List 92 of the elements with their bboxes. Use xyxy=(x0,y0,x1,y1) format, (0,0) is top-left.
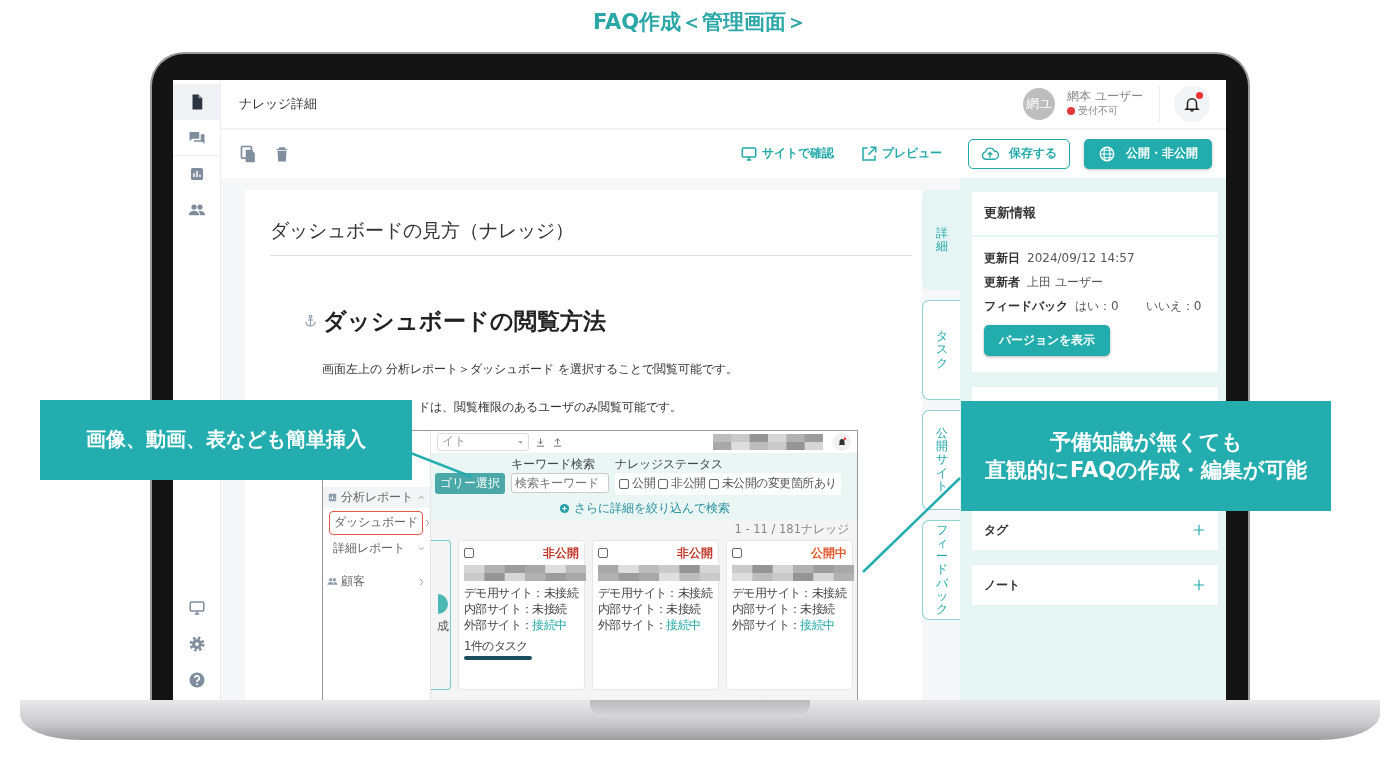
field-value: 上田 ユーザー xyxy=(1027,273,1103,291)
callout-text: 直観的にFAQの作成・編集が可能 xyxy=(984,457,1307,484)
checkbox-label: 非公開 xyxy=(671,475,706,493)
knowledge-card[interactable]: 非公開 デモ用サイト：未接続 内部サイト：未接続 外部サイト：接続中 xyxy=(592,539,719,690)
field-value: はい：0 xyxy=(1075,297,1119,315)
upload-icon[interactable] xyxy=(552,436,563,448)
card-text: 内部サイト：未接続 xyxy=(732,601,836,617)
menu-item[interactable]: 分析レポート xyxy=(323,487,430,509)
section-heading: ダッシュボードの閲覧方法 xyxy=(323,306,606,336)
toolbar-link[interactable]: サイトで確認 xyxy=(740,145,834,163)
anchor-icon[interactable] xyxy=(304,314,317,328)
bell-icon xyxy=(1183,95,1201,113)
status-dot xyxy=(1067,106,1076,115)
side-tab[interactable]: フィードバック xyxy=(922,520,960,620)
section-title: タグ xyxy=(984,522,1008,539)
user-status: 受付不可 xyxy=(1078,104,1119,119)
checkbox[interactable] xyxy=(464,548,474,559)
bar-chart-icon xyxy=(327,492,338,504)
checkbox[interactable] xyxy=(658,478,668,489)
card-text: 外部サイト：接続中 xyxy=(598,617,702,633)
checkbox[interactable] xyxy=(708,478,719,489)
side-tab[interactable]: 詳細 xyxy=(922,190,960,290)
add-button[interactable] xyxy=(1192,523,1206,537)
bell-icon[interactable] xyxy=(837,437,847,447)
knowledge-card[interactable]: 公開中 デモ用サイト：未接続 内部サイト：未接続 外部サイト：接続中 xyxy=(726,539,853,690)
side-tab[interactable]: 公開サイト xyxy=(922,410,960,510)
chevron-icon xyxy=(423,518,432,528)
plus-circle-icon[interactable] xyxy=(558,502,570,514)
version-button[interactable]: バージョンを表示 xyxy=(984,324,1110,356)
menu-item[interactable]: 顧客 xyxy=(323,570,430,592)
checkbox-label: 未公開の変更箇所あり xyxy=(721,475,837,493)
filter-link[interactable]: さらに詳細を絞り込んで検索 xyxy=(573,499,730,517)
checkbox[interactable] xyxy=(732,548,742,559)
callout-text: 予備知識が無くても xyxy=(1049,428,1243,456)
field-label: キーワード検索 xyxy=(511,456,596,473)
checkbox[interactable] xyxy=(619,478,629,489)
task-count: 1件のタスク xyxy=(464,638,529,654)
card-text: 外部サイト：接続中 xyxy=(464,617,568,633)
people-icon xyxy=(327,575,338,587)
page-heading: ナレッジ詳細 xyxy=(239,95,317,114)
result-count: 1 - 11 / 181ナレッジ xyxy=(733,522,849,537)
card-text: デモ用サイト：未接続 xyxy=(732,585,847,601)
paragraph: ドは、閲覧権限のあるユーザのみ閲覧可能です。 xyxy=(418,399,683,416)
menu-item[interactable]: ダッシュボード xyxy=(329,511,423,535)
user-name: 網本 ユーザー xyxy=(1067,89,1143,104)
status-label: 非公開 xyxy=(677,544,713,562)
field-label: 更新日 xyxy=(984,249,1020,267)
paragraph: 画面左上の 分析レポート＞ダッシュボード を選択することで閲覧可能です。 xyxy=(322,361,739,378)
status-label: 公開中 xyxy=(811,544,847,562)
card-title: 更新情報 xyxy=(972,192,1218,237)
monitor-icon xyxy=(187,599,206,617)
save-button[interactable]: 保存する xyxy=(968,139,1070,169)
plus-icon xyxy=(1192,578,1206,592)
notification-button[interactable] xyxy=(1174,86,1210,122)
card-text: 内部サイト：未接続 xyxy=(598,601,702,617)
checkbox[interactable] xyxy=(598,548,608,559)
field-label: 更新者 xyxy=(984,273,1020,291)
card-text: 外部サイト：接続中 xyxy=(732,617,836,633)
site-select[interactable]: イト xyxy=(437,433,529,451)
caret-icon xyxy=(517,438,524,446)
callout-text: 画像、動画、表なども簡単挿入 xyxy=(86,427,366,454)
card-text: デモ用サイト：未接続 xyxy=(598,585,713,601)
field-label: ナレッジステータス xyxy=(615,456,724,473)
settings-icon xyxy=(187,635,206,653)
side-tab[interactable]: タスク xyxy=(922,300,960,400)
globe-icon xyxy=(1098,145,1116,163)
card-text: 内部サイト：未接続 xyxy=(464,601,568,617)
cloud-upload-icon xyxy=(981,145,999,163)
help-icon xyxy=(187,671,206,689)
section-title: ノート xyxy=(984,577,1020,594)
add-button[interactable] xyxy=(1192,578,1206,592)
nav-item[interactable] xyxy=(173,84,220,120)
field-value: 2024/09/12 14:57 xyxy=(1027,249,1135,267)
page-title: FAQ作成＜管理画面＞ xyxy=(591,9,808,37)
card-text: 成 xyxy=(436,617,448,635)
field-value: いいえ：0 xyxy=(1145,297,1202,315)
user-avatar: 網ユ xyxy=(1023,88,1056,120)
toolbar-link[interactable]: プレビュー xyxy=(860,145,942,163)
field-label: フィードバック xyxy=(984,297,1068,315)
article-title: ダッシュボードの見方（ナレッジ） xyxy=(270,218,575,243)
monitor-icon xyxy=(740,145,758,163)
card-text: デモ用サイト：未接続 xyxy=(464,585,579,601)
status-label: 非公開 xyxy=(543,544,579,562)
category-button[interactable]: ゴリー選択 xyxy=(435,473,505,495)
download-icon[interactable] xyxy=(535,436,546,448)
external-link-icon xyxy=(860,145,878,163)
keyword-field[interactable]: 検索キーワード xyxy=(511,473,609,494)
chevron-icon xyxy=(417,576,426,586)
menu-item[interactable]: 詳細レポート xyxy=(329,537,409,559)
checkbox-label: 公開 xyxy=(632,475,655,493)
plus-icon xyxy=(1192,523,1206,537)
publish-button[interactable]: 公開・非公開 xyxy=(1084,139,1212,169)
